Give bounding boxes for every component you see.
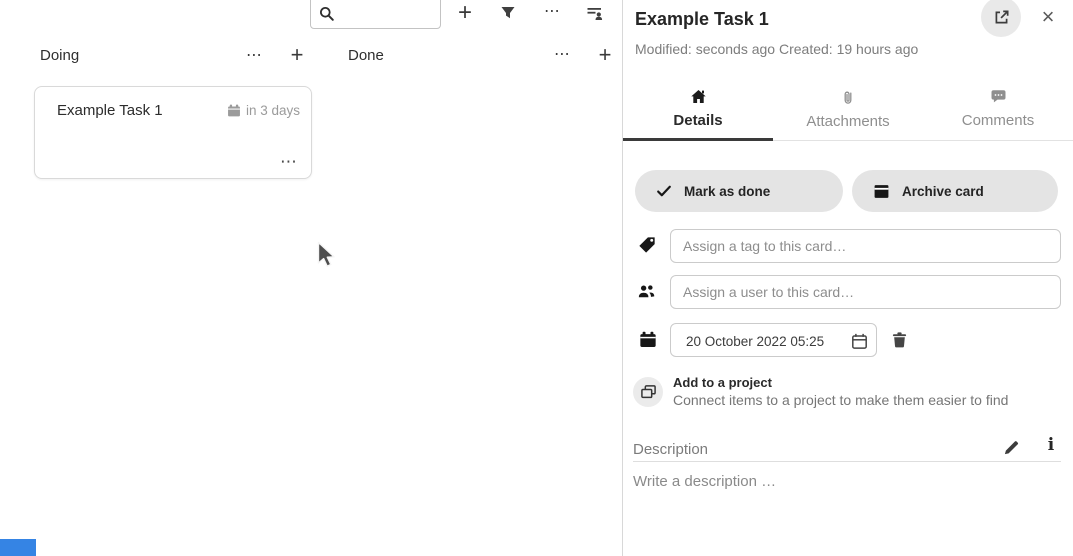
assign-tag-input[interactable] — [670, 229, 1061, 263]
add-to-project-title: Add to a project — [673, 375, 772, 390]
add-card-button[interactable]: + — [451, 0, 479, 27]
active-tab-underline — [623, 138, 773, 141]
users-icon — [637, 283, 656, 300]
calendar-icon — [227, 104, 241, 118]
due-date-field[interactable] — [670, 323, 877, 357]
ellipsis-icon: ⋯ — [280, 152, 297, 171]
blue-corner-marker — [0, 539, 36, 556]
sort-user-icon — [587, 5, 603, 21]
tab-attachments[interactable]: Attachments — [773, 80, 923, 140]
archive-card-button[interactable]: Archive card — [852, 170, 1058, 212]
comment-icon — [990, 89, 1007, 105]
project-windows-icon — [640, 384, 657, 401]
add-to-project-subtitle: Connect items to a project to make them … — [673, 392, 1008, 408]
check-icon — [656, 183, 672, 199]
column-done-add-button[interactable]: + — [591, 41, 619, 69]
calendar-outline-icon — [851, 333, 868, 350]
kanban-board: + ⋯ Doing ⋯ + — [0, 0, 622, 556]
panel-tabbar: Details Attachments Comments — [623, 80, 1073, 141]
remove-due-date-button[interactable] — [889, 330, 909, 350]
card-title: Example Task 1 — [57, 102, 163, 119]
home-icon — [690, 89, 707, 105]
search-field[interactable] — [310, 0, 441, 29]
filter-funnel-icon — [500, 5, 516, 21]
description-placeholder[interactable]: Write a description … — [633, 473, 776, 490]
archive-icon — [873, 183, 890, 200]
pencil-icon — [1003, 439, 1020, 456]
plus-icon: + — [291, 42, 304, 68]
tag-icon — [638, 236, 656, 254]
close-icon: × — [1042, 4, 1055, 30]
board-menu-button[interactable]: ⋯ — [538, 0, 566, 26]
description-info-button[interactable]: i — [1040, 434, 1062, 456]
info-icon: i — [1048, 435, 1054, 455]
column-done-menu-button[interactable]: ⋯ — [548, 41, 576, 69]
column-doing-menu-button[interactable]: ⋯ — [240, 42, 268, 70]
tab-comments[interactable]: Comments — [923, 80, 1073, 140]
column-title-done: Done — [348, 47, 384, 64]
card-menu-button[interactable]: ⋯ — [280, 152, 297, 172]
ellipsis-icon: ⋯ — [554, 47, 570, 63]
description-label: Description — [633, 441, 708, 458]
app-window: + ⋯ Doing ⋯ + — [0, 0, 1073, 556]
pop-out-button[interactable] — [981, 0, 1021, 37]
due-date-icon — [639, 331, 657, 349]
paperclip-icon — [840, 89, 856, 106]
plus-icon: + — [599, 42, 612, 68]
mark-as-done-button[interactable]: Mark as done — [635, 170, 843, 212]
search-icon — [319, 6, 335, 22]
card-due-badge: in 3 days — [227, 103, 300, 118]
trash-icon — [891, 331, 908, 349]
open-calendar-button[interactable] — [850, 332, 868, 350]
sort-by-user-button[interactable] — [581, 0, 609, 27]
card-due-text: in 3 days — [246, 103, 300, 118]
plus-icon: + — [458, 0, 472, 26]
search-input[interactable] — [339, 1, 435, 25]
column-title-doing: Doing — [40, 47, 79, 64]
due-date-input[interactable] — [684, 324, 838, 358]
filter-button[interactable] — [494, 0, 522, 27]
tab-details-label: Details — [673, 112, 722, 129]
ellipsis-icon: ⋯ — [544, 4, 560, 20]
mouse-cursor — [317, 241, 336, 269]
mark-as-done-label: Mark as done — [684, 184, 770, 199]
tab-comments-label: Comments — [962, 112, 1035, 129]
description-divider — [633, 461, 1061, 462]
ellipsis-icon: ⋯ — [246, 48, 262, 64]
assign-user-input[interactable] — [670, 275, 1061, 309]
panel-task-title: Example Task 1 — [635, 9, 769, 30]
add-to-project-button[interactable] — [633, 377, 663, 407]
task-card[interactable]: Example Task 1 in 3 days ⋯ — [34, 86, 312, 179]
tab-details[interactable]: Details — [623, 80, 773, 140]
edit-description-button[interactable] — [1000, 436, 1022, 458]
task-detail-panel: Example Task 1 Modified: seconds ago Cre… — [623, 0, 1073, 556]
external-link-icon — [993, 9, 1010, 26]
close-panel-button[interactable]: × — [1035, 4, 1061, 30]
panel-task-meta: Modified: seconds ago Created: 19 hours … — [635, 41, 918, 57]
tab-attachments-label: Attachments — [806, 113, 889, 130]
column-doing-add-button[interactable]: + — [283, 41, 311, 69]
archive-card-label: Archive card — [902, 184, 984, 199]
